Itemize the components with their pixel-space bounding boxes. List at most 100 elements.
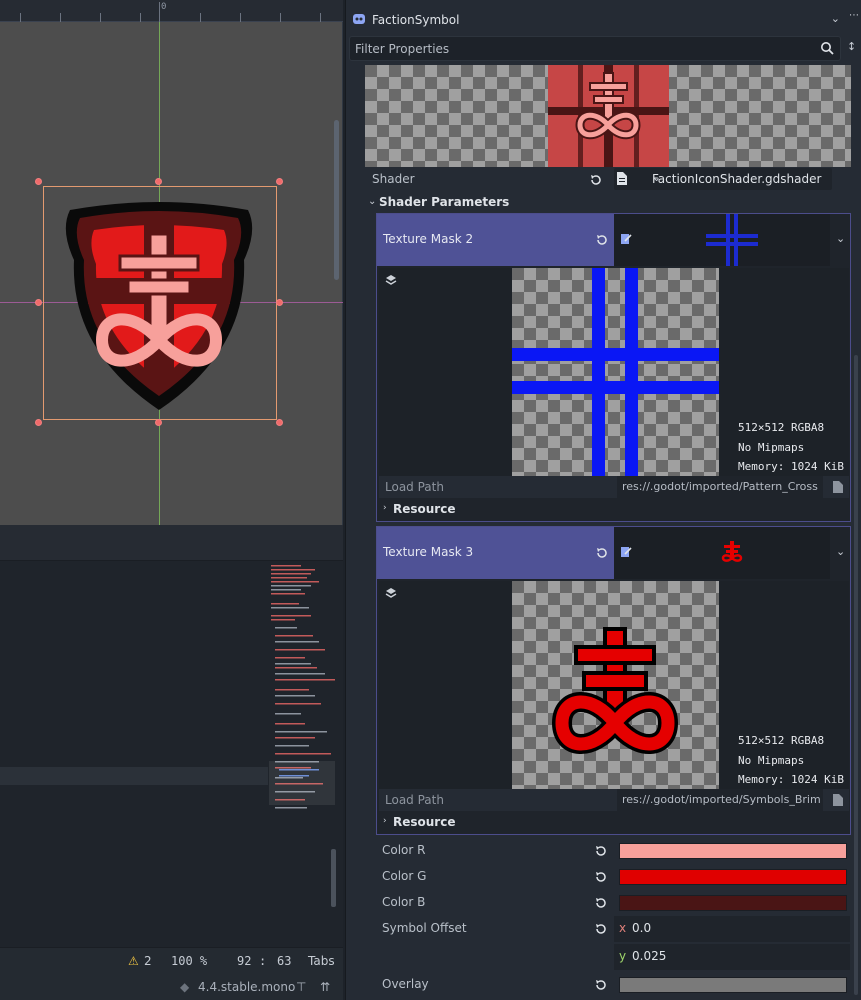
texture-mipmaps: No Mipmaps [738,753,805,767]
pin-icon[interactable]: ⊤ [296,980,306,994]
resource-label: Resource [393,815,456,829]
chevron-down-icon[interactable]: ⌄ [836,545,845,558]
symbol-offset-y-value: 0.025 [632,949,667,963]
color-b-swatch[interactable] [619,895,847,911]
load-path-field[interactable]: res://.godot/imported/Pattern_Cross [617,476,823,498]
shader-file-icon [617,172,627,185]
symbol-offset-x-field[interactable]: x 0.0 [614,916,850,942]
revert-icon[interactable] [595,923,607,935]
load-path-field[interactable]: res://.godot/imported/Symbols_Brim [617,789,823,811]
handle-right[interactable] [276,299,283,306]
edit-texture-icon [621,547,632,557]
resource-group[interactable]: › Resource [379,811,849,833]
expand-panel-icon[interactable]: ⇈ [320,980,330,994]
color-g-swatch[interactable] [619,869,847,885]
texture-mask-3-header[interactable]: Texture Mask 3 [377,527,614,579]
node-icon [353,14,365,24]
warning-count[interactable]: 2 [144,954,152,968]
layers-icon[interactable] [385,274,397,286]
handle-bottom-right[interactable] [276,419,283,426]
revert-icon[interactable] [596,234,608,246]
editor-window: 0 ⚠ 2 100 % 92: 63 Tabs ◆ 4.4.stable.mo… [0,0,861,1000]
editor-tab-bar [0,525,343,561]
symbol-offset-label: Symbol Offset [382,921,467,935]
color-r-label: Color R [382,843,426,857]
revert-icon[interactable] [595,979,607,991]
engine-version[interactable]: 4.4.stable.mono [198,980,295,994]
revert-icon[interactable] [595,897,607,909]
indent-mode[interactable]: Tabs [308,954,335,968]
warning-icon[interactable]: ⚠ [128,954,139,968]
viewport-scrollbar[interactable] [334,120,339,280]
chevron-down-icon[interactable]: ⌄ [368,196,376,207]
chevron-right-icon: › [383,503,387,513]
handle-bottom-left[interactable] [35,419,42,426]
handle-top[interactable] [155,178,162,185]
handle-bottom[interactable] [155,419,162,426]
texture-mask-2-label: Texture Mask 2 [383,232,474,246]
editor-status-bar: ⚠ 2 100 % 92 : 63 Tabs [0,947,343,973]
cursor-line: 92 [237,954,252,968]
pattern-cross-image [512,268,719,476]
color-b-label: Color B [382,895,426,909]
docs-icon[interactable]: ⋯ [849,10,861,24]
symbol-offset-row: Symbol Offset x 0.0 y 0.025 [346,916,861,972]
color-g-row: Color G [346,866,861,890]
shader-params-title[interactable]: Shader Parameters [379,195,509,209]
top-ruler: 0 [0,0,343,22]
editor-scrollbar[interactable] [331,849,336,907]
y-axis-label: y [619,949,627,963]
resource-group[interactable]: › Resource [379,498,849,520]
handle-left[interactable] [35,299,42,306]
canvas-viewport[interactable]: 0 [0,0,343,525]
file-icon[interactable] [833,794,843,806]
load-path-label: Load Path [385,793,444,807]
color-r-row: Color R [346,840,861,864]
brimstone-symbol-image [512,581,719,789]
texture-mask-2-header[interactable]: Texture Mask 2 [377,214,614,266]
color-b-row: Color B [346,892,861,916]
version-bar: ◆ 4.4.stable.mono ⊤ ⇈ [0,973,343,1000]
texture-mask-3-thumbnail[interactable]: ⌄ [614,527,845,579]
layers-icon[interactable] [385,587,397,599]
shader-label: Shader [372,172,415,186]
texture-mask-2-thumbnail[interactable]: ⌄ [614,214,845,266]
color-g-label: Color G [382,869,427,883]
texture-info: 512×512 RGBA8 No Mipmaps Memory: 1024 Ki… [738,731,844,790]
chevron-down-icon[interactable]: ⌄ [836,232,845,245]
color-r-swatch[interactable] [619,843,847,859]
revert-icon[interactable] [595,871,607,883]
filter-properties [349,36,841,61]
pattern-cross-thumb [706,214,758,266]
zoom-level[interactable]: 100 % [171,954,207,968]
revert-icon[interactable] [595,845,607,857]
filter-input[interactable] [350,37,820,60]
texture-size: 512×512 RGBA8 [738,734,825,747]
revert-icon[interactable] [596,547,608,559]
object-name: FactionSymbol [372,13,460,27]
overlay-label: Overlay [382,977,429,991]
inspector-scrollbar[interactable] [854,355,858,995]
shader-resource-field[interactable]: FactionIconShader.gdshader ⌄ [614,168,832,190]
overlay-swatch[interactable] [619,977,847,993]
handle-top-left[interactable] [35,178,42,185]
handle-top-right[interactable] [276,178,283,185]
code-minimap[interactable] [269,563,335,813]
texture-memory: Memory: 1024 KiB [738,773,844,786]
load-path-row: Load Path res://.godot/imported/Pattern_… [379,476,849,498]
texture-mipmaps: No Mipmaps [738,440,805,454]
texture-size: 512×512 RGBA8 [738,421,825,434]
chevron-down-icon[interactable]: ⌄ [831,12,840,25]
texture-info: 512×512 RGBA8 No Mipmaps Memory: 1024 Ki… [738,418,844,477]
selection-rect [43,186,277,420]
symbol-offset-y-field[interactable]: y 0.025 [614,944,850,970]
sort-icon[interactable]: ↕ [847,40,859,56]
object-selector[interactable]: FactionSymbol ⌄ [346,6,861,34]
revert-icon[interactable] [590,174,602,186]
file-icon[interactable] [833,481,843,493]
current-line-highlight [0,767,268,785]
texture-mask-3-preview: 512×512 RGBA8 No Mipmaps Memory: 1024 Ki… [379,581,849,789]
texture-memory: Memory: 1024 KiB [738,460,844,473]
chevron-down-icon[interactable]: ⌄ [652,171,848,184]
x-axis-label: x [619,921,627,935]
